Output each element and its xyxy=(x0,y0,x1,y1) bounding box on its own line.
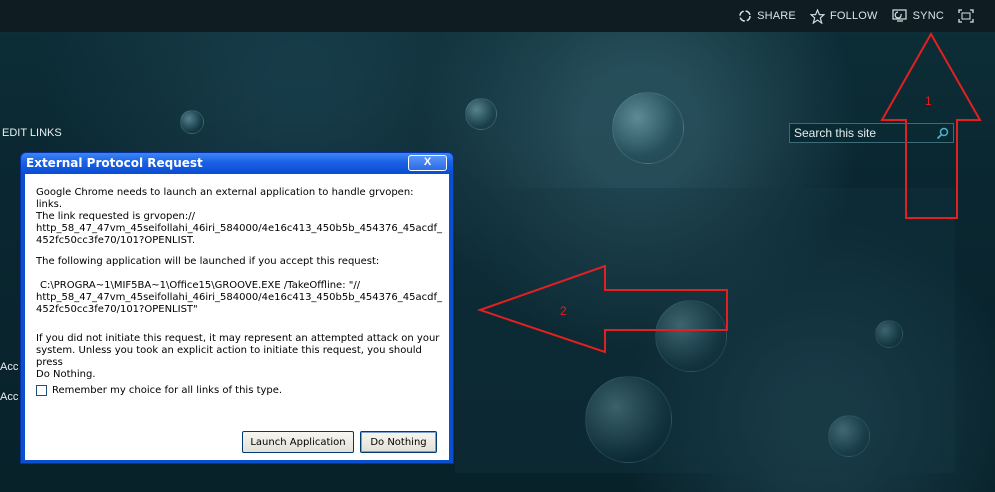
share-button[interactable]: SHARE xyxy=(738,9,796,23)
launch-application-button[interactable]: Launch Application xyxy=(242,431,354,453)
external-protocol-dialog: External Protocol Request X Google Chrom… xyxy=(20,152,454,464)
close-icon: X xyxy=(423,156,432,168)
top-bar: SHARE FOLLOW SYNC xyxy=(0,0,995,32)
dialog-title: External Protocol Request xyxy=(26,156,203,170)
side-nav-item[interactable]: Acc xyxy=(0,361,18,373)
follow-button[interactable]: FOLLOW xyxy=(809,8,878,24)
background-bubble xyxy=(612,92,684,164)
share-icon xyxy=(739,10,751,22)
annotation-label-1: 1 xyxy=(925,94,932,108)
remember-choice-checkbox[interactable] xyxy=(36,385,47,396)
request-text-line: Google Chrome needs to launch an externa… xyxy=(36,187,414,210)
command-text-line: http_58_47_47vm_45seifollahi_46iri_58400… xyxy=(36,292,442,303)
sync-label: SYNC xyxy=(912,10,944,22)
share-label: SHARE xyxy=(757,10,796,22)
warning-text-line: If you did not initiate this request, it… xyxy=(36,333,440,344)
request-description: Google Chrome needs to launch an externa… xyxy=(36,187,442,247)
annotation-label-2: 2 xyxy=(560,304,567,318)
warning-text-line: system. Unless you took an explicit acti… xyxy=(36,345,422,368)
focus-icon xyxy=(958,9,974,23)
search-box[interactable]: Search this site xyxy=(789,123,954,143)
request-text-line: http_58_47_47vm_45seifollahi_46iri_58400… xyxy=(36,223,442,234)
do-nothing-button[interactable]: Do Nothing xyxy=(360,431,437,453)
command-line: C:\PROGRA~1\MIF5BA~1\Office15\GROOVE.EXE… xyxy=(36,280,442,316)
launch-notice: The following application will be launch… xyxy=(36,256,380,267)
warning-text-line: Do Nothing. xyxy=(36,369,96,380)
content-panel xyxy=(455,188,955,473)
request-text-line: 452fc50cc3fe70/101?OPENLIST. xyxy=(36,235,196,246)
do-nothing-label: Do Nothing xyxy=(370,436,427,448)
dialog-titlebar[interactable]: External Protocol Request X xyxy=(21,153,453,173)
remember-choice-label[interactable]: Remember my choice for all links of this… xyxy=(52,385,282,396)
request-text-line: The link requested is grvopen:// xyxy=(36,211,195,222)
background-bubble xyxy=(180,110,204,134)
search-icon[interactable] xyxy=(936,127,949,140)
remember-choice-row[interactable]: Remember my choice for all links of this… xyxy=(36,385,282,396)
launch-application-label: Launch Application xyxy=(250,436,346,448)
background-bubble xyxy=(465,98,497,130)
close-button[interactable]: X xyxy=(408,155,447,171)
star-icon xyxy=(809,8,825,24)
search-input[interactable]: Search this site xyxy=(790,126,876,140)
edit-links-link[interactable]: EDIT LINKS xyxy=(2,127,62,139)
focus-button[interactable] xyxy=(958,9,979,23)
side-nav-item[interactable]: Acc xyxy=(0,391,18,403)
command-text-line: 452fc50cc3fe70/101?OPENLIST" xyxy=(36,304,198,315)
top-actions: SHARE FOLLOW SYNC xyxy=(738,0,995,32)
command-text-line: C:\PROGRA~1\MIF5BA~1\Office15\GROOVE.EXE… xyxy=(40,280,361,291)
sync-icon xyxy=(892,9,907,22)
sync-button[interactable]: SYNC xyxy=(892,9,944,23)
dialog-body: Google Chrome needs to launch an externa… xyxy=(25,174,449,460)
follow-label: FOLLOW xyxy=(829,10,878,22)
warning-text: If you did not initiate this request, it… xyxy=(36,333,441,381)
